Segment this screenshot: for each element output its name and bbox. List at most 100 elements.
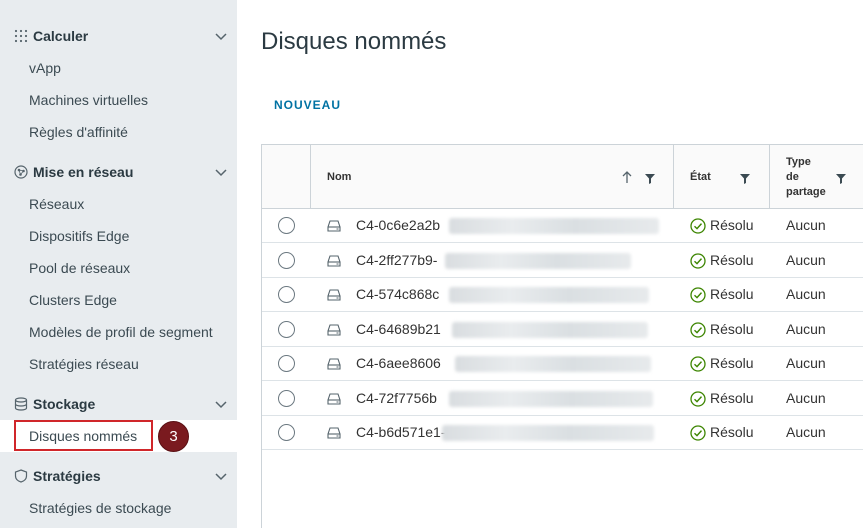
sidebar-item-strategies-de-stockage[interactable]: Stratégies de stockage	[29, 498, 229, 518]
sidebar-group-calculer[interactable]: Calculer	[0, 22, 237, 50]
filter-icon[interactable]	[740, 174, 750, 184]
chevron-down-icon[interactable]	[214, 397, 228, 411]
sidebar: Calculer vApp Machines virtuelles Règles…	[0, 0, 237, 528]
new-button[interactable]: NOUVEAU	[274, 98, 341, 112]
sidebar-item-pool-de-reseaux[interactable]: Pool de réseaux	[29, 258, 229, 278]
table-row[interactable]: C4-2ff277b9- Résolu Aucun	[262, 244, 863, 278]
check-circle-icon	[690, 390, 706, 407]
redacted-text	[442, 425, 654, 441]
column-header-state[interactable]: État	[674, 145, 770, 209]
disk-icon	[327, 427, 341, 439]
column-label-name: Nom	[327, 171, 352, 183]
column-header-name[interactable]: Nom	[311, 145, 674, 209]
disk-state: Résolu	[710, 217, 754, 233]
row-select-radio[interactable]	[278, 424, 295, 441]
sidebar-item-modeles-profil-segment[interactable]: Modèles de profil de segment	[29, 322, 223, 342]
row-select-radio[interactable]	[278, 320, 295, 338]
step-badge: 3	[158, 421, 189, 452]
disk-icon	[327, 358, 341, 370]
disk-share-type: Aucun	[786, 251, 826, 268]
shield-icon	[14, 469, 28, 483]
highlight-box	[14, 420, 153, 451]
grid-dots-icon	[14, 29, 28, 43]
sort-ascending-icon[interactable]	[621, 170, 633, 184]
database-icon	[14, 397, 28, 411]
page-title: Disques nommés	[261, 28, 447, 55]
table-row[interactable]: C4-64689b21 Résolu Aucun	[262, 313, 863, 347]
disk-state: Résolu	[710, 286, 754, 302]
disk-state: Résolu	[710, 389, 754, 406]
column-label-share-type-line3: partage	[786, 186, 826, 198]
disk-icon	[327, 289, 341, 301]
table-row[interactable]: C4-b6d571e1- Résolu Aucun	[262, 416, 863, 450]
sidebar-item-clusters-edge[interactable]: Clusters Edge	[29, 290, 229, 310]
sidebar-item-dispositifs-edge[interactable]: Dispositifs Edge	[29, 226, 229, 246]
disk-state: Résolu	[710, 424, 754, 440]
sidebar-group-stockage[interactable]: Stockage	[0, 390, 237, 418]
row-select-radio[interactable]	[278, 286, 295, 303]
table-row[interactable]: C4-0c6e2a2b Résolu Aucun	[262, 209, 863, 243]
table-row[interactable]: C4-72f7756b Résolu Aucun	[262, 382, 863, 416]
chevron-down-icon[interactable]	[214, 29, 228, 43]
check-circle-icon	[690, 287, 706, 303]
disk-share-type: Aucun	[786, 424, 826, 440]
disk-share-type: Aucun	[786, 389, 826, 406]
redacted-text	[452, 321, 648, 338]
disk-name[interactable]: C4-72f7756b	[356, 390, 437, 406]
sidebar-group-strategies[interactable]: Stratégies	[0, 462, 237, 490]
disk-state: Résolu	[710, 355, 754, 371]
check-circle-icon	[690, 425, 706, 441]
table-row[interactable]: C4-574c868c Résolu Aucun	[262, 278, 863, 312]
disk-name[interactable]: C4-574c868c	[356, 286, 439, 302]
disk-name[interactable]: C4-64689b21	[356, 321, 441, 337]
redacted-text	[455, 356, 651, 372]
disk-share-type: Aucun	[786, 286, 826, 302]
disk-name[interactable]: C4-b6d571e1-	[356, 424, 446, 440]
disk-icon	[327, 254, 341, 267]
row-select-radio[interactable]	[278, 251, 295, 269]
disk-name[interactable]: C4-6aee8606	[356, 355, 441, 371]
sidebar-group-title: Calculer	[33, 28, 89, 44]
redacted-text	[445, 252, 631, 269]
column-label-share-type-line1: Type	[786, 156, 811, 168]
redacted-text	[449, 287, 649, 303]
sidebar-item-vapp[interactable]: vApp	[29, 58, 229, 78]
disk-state: Résolu	[710, 320, 754, 337]
disk-state: Résolu	[710, 251, 754, 268]
redacted-text	[449, 218, 659, 234]
disk-name[interactable]: C4-2ff277b9-	[356, 252, 437, 268]
table-row[interactable]: C4-6aee8606 Résolu Aucun	[262, 347, 863, 381]
datagrid-header: Nom État Type de partage	[262, 145, 863, 209]
sidebar-item-reseaux[interactable]: Réseaux	[29, 194, 229, 214]
column-label-share-type: Type de partage	[786, 155, 826, 200]
redacted-text	[449, 390, 653, 407]
select-column-header	[262, 145, 311, 209]
sidebar-item-strategies-reseau[interactable]: Stratégies réseau	[29, 354, 229, 374]
disk-icon	[327, 220, 341, 232]
row-select-radio[interactable]	[278, 217, 295, 234]
sidebar-group-title: Mise en réseau	[33, 164, 134, 180]
disk-share-type: Aucun	[786, 320, 826, 337]
column-header-share-type[interactable]: Type de partage	[770, 145, 863, 209]
check-circle-icon	[690, 321, 706, 338]
disk-icon	[327, 323, 341, 336]
chevron-down-icon[interactable]	[214, 165, 228, 179]
chevron-down-icon[interactable]	[214, 469, 228, 483]
check-circle-icon	[690, 356, 706, 372]
main-content: Disques nommés NOUVEAU Nom État Type de …	[237, 0, 863, 528]
sidebar-group-mise-en-reseau[interactable]: Mise en réseau	[0, 158, 237, 186]
row-select-radio[interactable]	[278, 355, 295, 372]
sidebar-item-regles-affinite[interactable]: Règles d'affinité	[29, 122, 229, 142]
filter-icon[interactable]	[836, 174, 846, 184]
sidebar-group-title: Stockage	[33, 396, 96, 412]
disk-share-type: Aucun	[786, 355, 826, 371]
filter-icon[interactable]	[645, 174, 655, 184]
check-circle-icon	[690, 218, 706, 234]
column-label-state: État	[690, 171, 711, 183]
sidebar-group-title: Stratégies	[33, 468, 101, 484]
disk-name[interactable]: C4-0c6e2a2b	[356, 217, 440, 233]
check-circle-icon	[690, 252, 706, 269]
column-label-share-type-line2: de	[786, 171, 799, 183]
row-select-radio[interactable]	[278, 389, 295, 407]
sidebar-item-machines-virtuelles[interactable]: Machines virtuelles	[29, 90, 229, 110]
